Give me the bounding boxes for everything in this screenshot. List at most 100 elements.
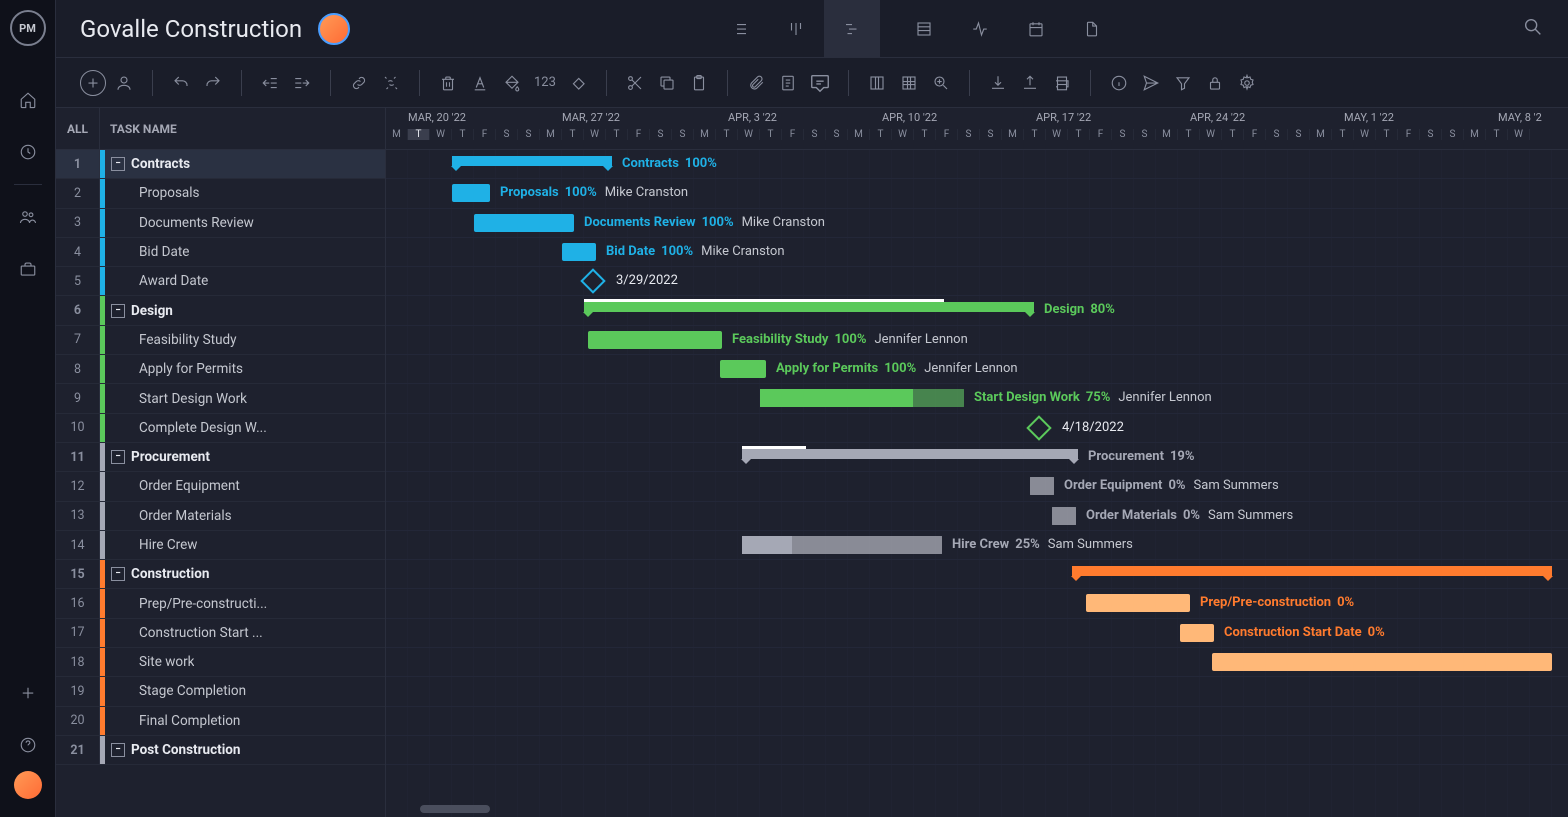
group-bar[interactable]: [584, 302, 1034, 312]
view-calendar-icon[interactable]: [1008, 0, 1064, 58]
view-file-icon[interactable]: [1064, 0, 1120, 58]
number-input[interactable]: 123: [534, 75, 556, 90]
gantt-row[interactable]: Contracts100%: [386, 150, 1568, 179]
gantt-row[interactable]: Feasibility Study100%Jennifer Lennon: [386, 326, 1568, 355]
collapse-icon[interactable]: −: [111, 157, 125, 171]
group-bar[interactable]: [1072, 566, 1552, 576]
app-logo[interactable]: PM: [10, 10, 46, 46]
gantt-body[interactable]: Contracts100%Proposals100%Mike CranstonD…: [386, 150, 1568, 817]
task-row[interactable]: 14Hire Crew: [56, 531, 385, 560]
task-bar[interactable]: [1030, 477, 1054, 495]
task-bar[interactable]: [1212, 653, 1552, 671]
task-row[interactable]: 20Final Completion: [56, 707, 385, 736]
gantt-row[interactable]: Prep/Pre-construction0%: [386, 589, 1568, 618]
task-bar[interactable]: [720, 360, 766, 378]
collapse-icon[interactable]: −: [111, 743, 125, 757]
gantt-row[interactable]: Start Design Work75%Jennifer Lennon: [386, 384, 1568, 413]
indent-icon[interactable]: [288, 69, 316, 97]
task-row[interactable]: 1−Contracts: [56, 150, 385, 179]
view-gantt-icon[interactable]: [824, 0, 880, 58]
gantt-row[interactable]: Apply for Permits100%Jennifer Lennon: [386, 355, 1568, 384]
task-row[interactable]: 7Feasibility Study: [56, 326, 385, 355]
task-bar[interactable]: [1180, 624, 1214, 642]
task-row[interactable]: 6−Design: [56, 296, 385, 325]
task-row[interactable]: 17Construction Start ...: [56, 619, 385, 648]
task-bar[interactable]: [742, 536, 942, 554]
gantt-row[interactable]: [386, 648, 1568, 677]
outdent-icon[interactable]: [256, 69, 284, 97]
task-row[interactable]: 3Documents Review: [56, 209, 385, 238]
task-row[interactable]: 4Bid Date: [56, 238, 385, 267]
undo-icon[interactable]: [167, 69, 195, 97]
task-row[interactable]: 16Prep/Pre-constructi...: [56, 589, 385, 618]
gantt-row[interactable]: [386, 736, 1568, 765]
gantt-row[interactable]: 3/29/2022: [386, 267, 1568, 296]
task-row[interactable]: 9Start Design Work: [56, 384, 385, 413]
lock-icon[interactable]: [1201, 69, 1229, 97]
task-row[interactable]: 8Apply for Permits: [56, 355, 385, 384]
people-icon[interactable]: [16, 205, 40, 229]
gantt-row[interactable]: Proposals100%Mike Cranston: [386, 179, 1568, 208]
export-icon[interactable]: [1016, 69, 1044, 97]
clock-icon[interactable]: [16, 140, 40, 164]
print-icon[interactable]: [1048, 69, 1076, 97]
unlink-icon[interactable]: [377, 69, 405, 97]
attach-icon[interactable]: [742, 69, 770, 97]
task-bar[interactable]: [452, 184, 490, 202]
gantt-row[interactable]: Hire Crew25%Sam Summers: [386, 531, 1568, 560]
gantt-row[interactable]: [386, 677, 1568, 706]
col-all[interactable]: ALL: [56, 108, 100, 149]
import-icon[interactable]: [984, 69, 1012, 97]
horizontal-scrollbar[interactable]: [420, 805, 490, 813]
gantt-row[interactable]: Bid Date100%Mike Cranston: [386, 238, 1568, 267]
group-bar[interactable]: [742, 449, 1078, 459]
search-icon[interactable]: [1522, 16, 1544, 42]
task-bar[interactable]: [562, 243, 596, 261]
gantt-row[interactable]: Design80%: [386, 296, 1568, 325]
fill-icon[interactable]: [498, 69, 526, 97]
gantt-row[interactable]: Order Equipment0%Sam Summers: [386, 472, 1568, 501]
info-icon[interactable]: [1105, 69, 1133, 97]
milestone-icon[interactable]: [564, 69, 592, 97]
gantt-row[interactable]: [386, 560, 1568, 589]
gantt-row[interactable]: Procurement19%: [386, 443, 1568, 472]
copy-icon[interactable]: [653, 69, 681, 97]
collapse-icon[interactable]: −: [111, 450, 125, 464]
gantt-row[interactable]: Construction Start Date0%: [386, 619, 1568, 648]
gantt-row[interactable]: [386, 707, 1568, 736]
task-row[interactable]: 10Complete Design W...: [56, 414, 385, 443]
milestone-marker[interactable]: [580, 268, 605, 293]
task-row[interactable]: 11−Procurement: [56, 443, 385, 472]
text-color-icon[interactable]: [466, 69, 494, 97]
gantt-row[interactable]: Order Materials0%Sam Summers: [386, 502, 1568, 531]
task-row[interactable]: 5Award Date: [56, 267, 385, 296]
settings-icon[interactable]: [1233, 69, 1261, 97]
briefcase-icon[interactable]: [16, 257, 40, 281]
grid-icon[interactable]: [895, 69, 923, 97]
task-bar[interactable]: [474, 214, 574, 232]
view-list-icon[interactable]: [712, 0, 768, 58]
task-row[interactable]: 13Order Materials: [56, 502, 385, 531]
paste-icon[interactable]: [685, 69, 713, 97]
task-bar[interactable]: [588, 331, 722, 349]
collapse-icon[interactable]: −: [111, 567, 125, 581]
home-icon[interactable]: [16, 88, 40, 112]
gantt-row[interactable]: 4/18/2022: [386, 414, 1568, 443]
gantt-row[interactable]: Documents Review100%Mike Cranston: [386, 209, 1568, 238]
cut-icon[interactable]: [621, 69, 649, 97]
user-avatar-icon[interactable]: [14, 771, 42, 799]
view-sheet-icon[interactable]: [896, 0, 952, 58]
help-icon[interactable]: [16, 733, 40, 757]
note-icon[interactable]: [774, 69, 802, 97]
link-icon[interactable]: [345, 69, 373, 97]
project-avatar-icon[interactable]: [318, 13, 350, 45]
assignee-icon[interactable]: [110, 69, 138, 97]
columns-icon[interactable]: [863, 69, 891, 97]
filter-icon[interactable]: [1169, 69, 1197, 97]
task-bar[interactable]: [760, 389, 964, 407]
task-row[interactable]: 12Order Equipment: [56, 472, 385, 501]
delete-icon[interactable]: [434, 69, 462, 97]
task-row[interactable]: 19Stage Completion: [56, 677, 385, 706]
milestone-marker[interactable]: [1026, 415, 1051, 440]
comment-icon[interactable]: [806, 69, 834, 97]
